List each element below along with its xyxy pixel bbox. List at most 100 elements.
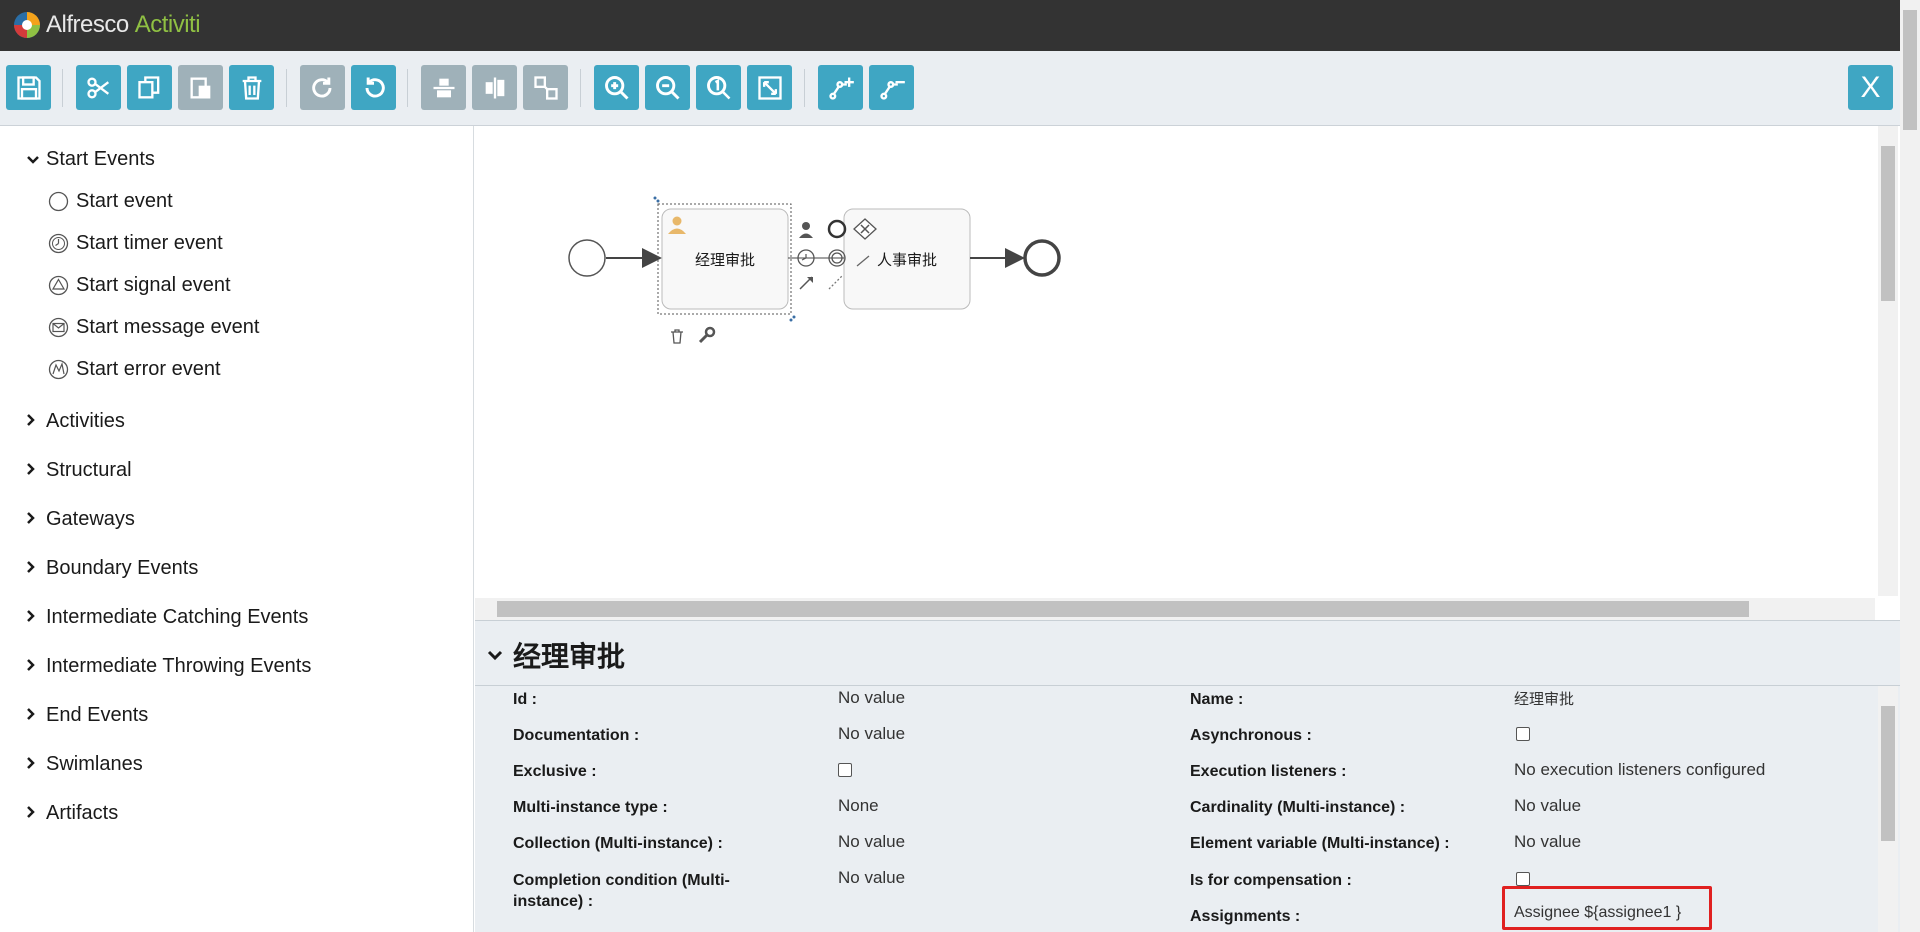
asynchronous-checkbox[interactable] [1516, 727, 1530, 741]
logo-text: Alfresco [46, 11, 129, 38]
close-editor-button[interactable]: X [1848, 65, 1893, 110]
cut-button[interactable] [76, 65, 121, 110]
palette-group-start-events[interactable]: Start Events [26, 148, 155, 171]
palette-group-label: End Events [46, 704, 149, 726]
undo-icon [365, 77, 385, 97]
property-value-execution-listeners[interactable]: No execution listeners configured [1514, 760, 1765, 780]
palette-item-start-error-event[interactable]: Start error event [48, 358, 221, 381]
copy-icon [137, 75, 159, 98]
undo-button[interactable] [351, 65, 396, 110]
save-button[interactable] [6, 65, 51, 110]
exclusive-checkbox[interactable] [838, 763, 852, 777]
scrollbar-thumb[interactable] [497, 601, 1749, 617]
same-size-button[interactable] [523, 65, 568, 110]
palette-group-label: Activities [46, 410, 125, 432]
palette-item-start-signal-event[interactable]: Start signal event [48, 274, 231, 297]
palette-group-end-events[interactable]: End Events [26, 704, 148, 727]
property-value-multi-instance-type[interactable]: None [838, 796, 879, 816]
palette-group-structural[interactable]: Structural [26, 459, 132, 482]
palette-group-gateways[interactable]: Gateways [26, 508, 135, 531]
scrollbar-thumb[interactable] [1881, 146, 1895, 301]
resize-handle[interactable] [653, 196, 660, 203]
zoom-fit-icon [757, 75, 782, 100]
scrollbar-thumb[interactable] [1903, 10, 1917, 130]
redo-button[interactable] [300, 65, 345, 110]
zoom-fit-button[interactable] [747, 65, 792, 110]
redo-icon [311, 77, 331, 97]
zoom-in-icon [604, 75, 629, 100]
property-label-element-variable: Element variable (Multi-instance) : [1190, 835, 1450, 852]
property-value-element-variable[interactable]: No value [1514, 832, 1581, 852]
property-value-completion-condition[interactable]: No value [838, 868, 905, 888]
property-value-documentation[interactable]: No value [838, 724, 905, 744]
palette-group-intermediate-throwing-events[interactable]: Intermediate Throwing Events [26, 655, 311, 678]
wrench-icon[interactable] [698, 326, 716, 344]
palette-group-label: Gateways [46, 508, 135, 530]
app-logo: Alfresco Activiti [12, 10, 201, 40]
palette-item-start-event[interactable]: Start event [48, 190, 173, 213]
property-label-execution-listeners: Execution listeners : [1190, 763, 1347, 780]
quick-flow-arrow-icon[interactable] [799, 276, 813, 290]
palette-group-intermediate-catching-events[interactable]: Intermediate Catching Events [26, 606, 308, 629]
save-icon [16, 75, 41, 100]
chevron-right-icon [26, 707, 40, 724]
quick-end-event-icon[interactable] [827, 219, 847, 239]
delete-shape-icon[interactable] [671, 329, 683, 344]
canvas-horizontal-scrollbar[interactable] [475, 598, 1875, 620]
align-horizontal-button[interactable] [472, 65, 517, 110]
end-event-shape[interactable] [1023, 239, 1061, 277]
add-bendpoint-icon [828, 77, 854, 100]
alfresco-logo-icon [14, 12, 40, 38]
window-scrollbar[interactable] [1900, 0, 1920, 932]
divider [475, 685, 1900, 686]
align-horizontal-icon [485, 77, 504, 98]
property-label-documentation: Documentation : [513, 727, 640, 744]
zoom-actual-button[interactable] [696, 65, 741, 110]
palette-item-start-timer-event[interactable]: Start timer event [48, 232, 223, 255]
property-value-name[interactable]: 经理审批 [1514, 688, 1574, 709]
delete-button[interactable] [229, 65, 274, 110]
property-value-collection[interactable]: No value [838, 832, 905, 852]
paste-button[interactable] [178, 65, 223, 110]
diagram-canvas[interactable]: 经理审批 人事审批 [475, 126, 1900, 620]
paste-icon [190, 77, 210, 98]
zoom-out-button[interactable] [645, 65, 690, 110]
quick-user-task-icon[interactable] [799, 222, 813, 238]
palette-group-boundary-events[interactable]: Boundary Events [26, 557, 198, 580]
palette-group-activities[interactable]: Activities [26, 410, 125, 433]
property-label-multi-instance-type: Multi-instance type : [513, 799, 668, 816]
palette-item-label: Start message event [76, 316, 260, 338]
canvas-vertical-scrollbar[interactable] [1878, 126, 1898, 596]
palette-group-label: Intermediate Throwing Events [46, 655, 312, 677]
toolbar-separator [286, 69, 287, 107]
property-value-cardinality[interactable]: No value [1514, 796, 1581, 816]
copy-button[interactable] [127, 65, 172, 110]
scrollbar-thumb[interactable] [1881, 706, 1895, 841]
zoom-in-button[interactable] [594, 65, 639, 110]
compensation-checkbox[interactable] [1516, 872, 1530, 886]
palette-item-start-message-event[interactable]: Start message event [48, 316, 259, 339]
quick-dashed-association-icon[interactable] [828, 274, 844, 290]
start-event-shape[interactable] [568, 239, 606, 277]
property-label-assignments: Assignments : [1190, 908, 1301, 925]
chevron-right-icon [26, 805, 40, 822]
properties-scrollbar[interactable] [1878, 686, 1898, 932]
palette-item-label: Start signal event [76, 274, 231, 296]
resize-handle[interactable] [789, 315, 796, 322]
properties-title[interactable]: 经理审批 [487, 635, 625, 675]
palette-group-swimlanes[interactable]: Swimlanes [26, 753, 143, 776]
palette-group-label: Artifacts [46, 802, 119, 824]
palette-item-label: Start timer event [76, 232, 223, 254]
cut-icon [86, 77, 109, 99]
property-value-id[interactable]: No value [838, 688, 905, 708]
chevron-right-icon [26, 511, 40, 528]
property-label-cardinality: Cardinality (Multi-instance) : [1190, 799, 1406, 816]
add-bendpoint-button[interactable] [818, 65, 863, 110]
toolbar-separator [580, 69, 581, 107]
align-vertical-button[interactable] [421, 65, 466, 110]
palette-group-artifacts[interactable]: Artifacts [26, 802, 118, 825]
chevron-right-icon [26, 609, 40, 626]
property-label-is-for-compensation: Is for compensation : [1190, 872, 1352, 889]
remove-bendpoint-button[interactable] [869, 65, 914, 110]
delete-icon [242, 75, 261, 100]
